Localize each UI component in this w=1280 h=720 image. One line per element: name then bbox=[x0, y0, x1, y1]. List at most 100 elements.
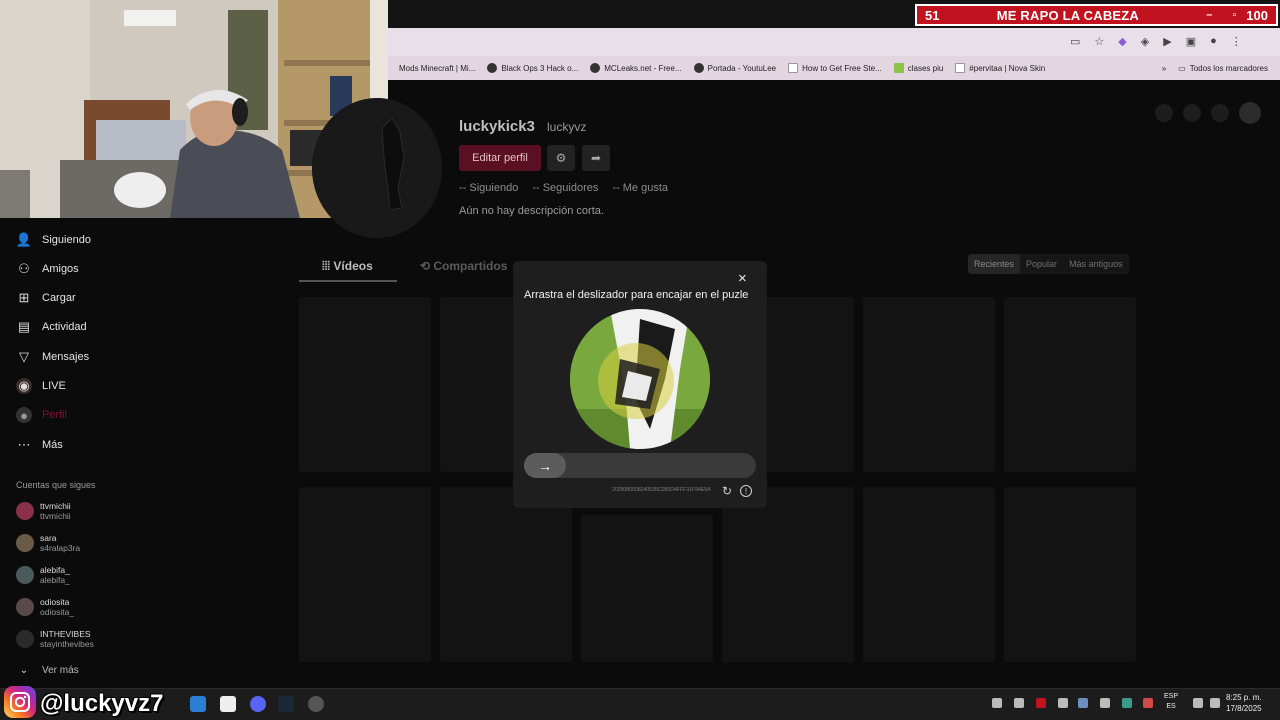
video-tile[interactable] bbox=[299, 487, 431, 662]
sidebar-item-label: LIVE bbox=[42, 380, 66, 392]
tab-videos[interactable]: ⦙⦙⦙ Vídeos bbox=[322, 259, 373, 274]
tab-label: Vídeos bbox=[333, 259, 373, 273]
bookmark-item[interactable]: Portada - YoutuLee bbox=[693, 63, 776, 73]
sidebar-item-label: Más bbox=[42, 439, 63, 451]
bookmark-item[interactable]: How to Get Free Ste... bbox=[788, 63, 882, 73]
extension-icon[interactable]: ◆ bbox=[1118, 35, 1126, 48]
overlay-title: ME RAPO LA CABEZA bbox=[996, 7, 1140, 23]
steam-icon[interactable] bbox=[278, 696, 294, 712]
puzzle-icon[interactable]: ▣ bbox=[1186, 35, 1196, 48]
sidebar-item-live[interactable]: ◉ LIVE bbox=[16, 374, 66, 398]
sidebar-item-label: Mensajes bbox=[42, 351, 90, 363]
sidebar-item-messages[interactable]: ▽ Mensajes bbox=[16, 345, 89, 369]
following-accounts-title: Cuentas que sigues bbox=[16, 480, 96, 490]
sidebar-item-following[interactable]: 👤 Siguiendo bbox=[16, 228, 91, 252]
sort-recent-button[interactable]: Recientes bbox=[968, 254, 1021, 274]
sidebar-item-profile[interactable]: ● Perfil bbox=[16, 403, 67, 427]
bookmark-item[interactable]: Black Ops 3 Hack o... bbox=[487, 63, 578, 73]
activity-icon: ▤ bbox=[17, 319, 31, 334]
instagram-handle: @luckyvz7 bbox=[40, 690, 164, 717]
bookmark-item[interactable]: #pervitaa | Nova Skin bbox=[955, 63, 1045, 73]
see-more-button[interactable]: ⌄ Ver más bbox=[16, 658, 79, 682]
followed-account[interactable]: odiosita odiosita_ bbox=[16, 592, 74, 622]
instagram-logo-icon bbox=[4, 686, 36, 718]
sort-oldest-button[interactable]: Más antiguos bbox=[1063, 254, 1129, 274]
captcha-slider-handle[interactable]: → bbox=[524, 453, 566, 478]
followers-count[interactable]: -- Seguidores bbox=[532, 182, 598, 194]
bookmark-item[interactable]: Mods Minecraft | Mi... bbox=[385, 63, 475, 73]
bookmark-star-icon[interactable]: ☆ bbox=[1094, 35, 1104, 48]
sidebar-item-more[interactable]: ⋯ Más bbox=[16, 433, 63, 457]
video-tile[interactable] bbox=[440, 487, 572, 662]
download-icon[interactable] bbox=[1211, 104, 1229, 122]
video-tile[interactable] bbox=[863, 297, 995, 472]
video-tile[interactable] bbox=[722, 487, 854, 662]
info-icon[interactable]: ! bbox=[740, 485, 752, 497]
settings-button[interactable]: ⚙ bbox=[547, 145, 575, 171]
kebab-menu-icon[interactable]: ⋮ bbox=[1231, 35, 1242, 48]
profile-username: luckykick3 bbox=[459, 118, 535, 135]
video-tile[interactable] bbox=[863, 487, 995, 662]
bookmark-item[interactable]: clases piu bbox=[893, 63, 944, 73]
sidebar-item-friends[interactable]: ⚇ Amigos bbox=[16, 257, 79, 281]
share-button[interactable]: ➦ bbox=[582, 145, 610, 171]
bookmarks-overflow-button[interactable]: » bbox=[1162, 64, 1166, 73]
close-icon[interactable]: × bbox=[738, 270, 747, 287]
followed-account[interactable]: INTHEVIBES stayinthevibes bbox=[16, 624, 94, 654]
play-extension-icon[interactable]: ▶ bbox=[1163, 35, 1171, 48]
tray-app-icon[interactable] bbox=[1100, 698, 1110, 708]
network-icon[interactable] bbox=[1193, 698, 1203, 708]
sidebar-item-label: Siguiendo bbox=[42, 234, 91, 246]
app-icon-store[interactable] bbox=[190, 696, 206, 712]
profile-avatar[interactable] bbox=[312, 98, 442, 238]
bookmark-favicon-icon bbox=[487, 63, 498, 73]
language-indicator[interactable]: ESP ES bbox=[1164, 692, 1178, 712]
instagram-glyph bbox=[10, 692, 30, 712]
tray-app-icon[interactable] bbox=[1122, 698, 1132, 708]
screen-cast-icon[interactable]: ▭ bbox=[1070, 35, 1080, 48]
app-icon-capcut[interactable] bbox=[220, 696, 236, 712]
headset-icon[interactable] bbox=[992, 698, 1002, 708]
folder-icon: ▭ bbox=[1178, 63, 1186, 73]
user-avatar-icon[interactable] bbox=[1239, 102, 1261, 124]
app-tray-icon[interactable] bbox=[1036, 698, 1046, 708]
followed-account[interactable]: ttvmichii ttvmichii bbox=[16, 496, 71, 526]
stream-overlay-bar: 51 ME RAPO LA CABEZA – ▫ 100 bbox=[915, 4, 1278, 26]
tray-app-icon[interactable] bbox=[1058, 698, 1068, 708]
battery-icon[interactable] bbox=[1014, 698, 1024, 708]
following-count[interactable]: -- Siguiendo bbox=[459, 182, 518, 194]
restore-icon[interactable]: ▫ bbox=[1232, 9, 1236, 21]
video-tile[interactable] bbox=[1004, 297, 1136, 472]
sidebar-item-upload[interactable]: ⊞ Cargar bbox=[16, 286, 76, 310]
minimize-icon[interactable]: – bbox=[1206, 9, 1212, 21]
captcha-puzzle-image bbox=[570, 309, 710, 449]
bookmark-label: clases piu bbox=[907, 63, 944, 73]
shield-icon[interactable]: ◈ bbox=[1141, 35, 1149, 48]
video-tile[interactable] bbox=[581, 515, 713, 662]
volume-icon[interactable] bbox=[1210, 698, 1220, 708]
overlay-right-number: 100 bbox=[1246, 7, 1268, 23]
video-tile[interactable] bbox=[1004, 487, 1136, 662]
steam-tray-icon[interactable] bbox=[1078, 698, 1088, 708]
refresh-icon[interactable]: ↻ bbox=[722, 484, 732, 498]
edit-profile-button[interactable]: Editar perfil bbox=[459, 145, 541, 171]
system-clock[interactable]: 8:25 p. m. 17/8/2025 bbox=[1226, 692, 1262, 714]
obs-icon[interactable] bbox=[308, 696, 324, 712]
sort-popular-button[interactable]: Popular bbox=[1020, 254, 1063, 274]
followed-account[interactable]: sara s4ralap3ra bbox=[16, 528, 80, 558]
discord-icon[interactable] bbox=[250, 696, 266, 712]
account-avatar-icon[interactable]: ● bbox=[1210, 35, 1217, 48]
likes-count: -- Me gusta bbox=[612, 182, 669, 194]
see-more-label: Ver más bbox=[42, 664, 79, 676]
overlay-left-number: 51 bbox=[925, 7, 940, 23]
bookmark-item[interactable]: MCLeaks.net - Free... bbox=[590, 63, 682, 73]
bookmark-favicon-icon bbox=[590, 63, 601, 73]
all-bookmarks-button[interactable]: ▭ Todos los marcadores bbox=[1178, 64, 1268, 73]
followed-account[interactable]: alebifa_ alebifa_ bbox=[16, 560, 70, 590]
coin-icon[interactable] bbox=[1155, 104, 1173, 122]
microphone-icon[interactable] bbox=[1143, 698, 1153, 708]
device-icon[interactable] bbox=[1183, 104, 1201, 122]
tab-shared[interactable]: ⟲ Compartidos bbox=[420, 259, 507, 273]
video-tile[interactable] bbox=[299, 297, 431, 472]
sidebar-item-activity[interactable]: ▤ Actividad bbox=[16, 315, 87, 339]
